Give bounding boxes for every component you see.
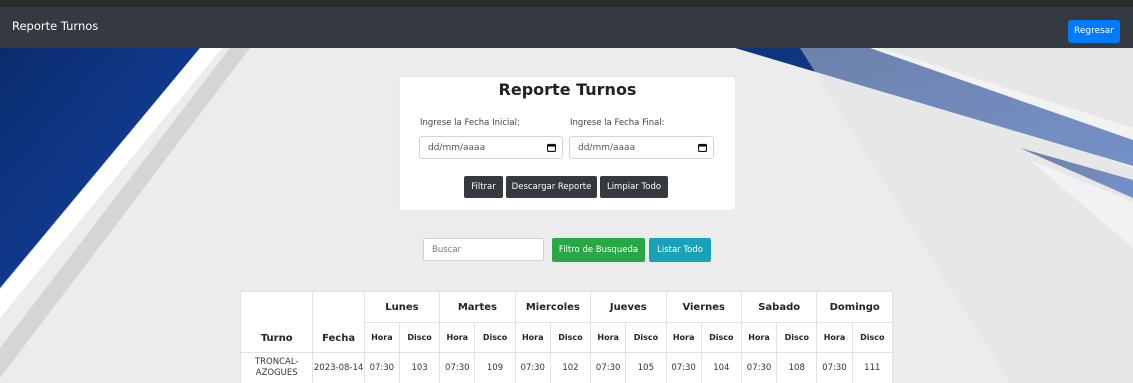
start-date-label: Ingrese la Fecha Inicial: bbox=[420, 118, 520, 128]
hora-header: Hora bbox=[363, 322, 400, 353]
day-header: Domingo bbox=[816, 291, 893, 323]
day-header: Sabado bbox=[740, 291, 818, 323]
hora-cell: 07:30 bbox=[665, 352, 702, 383]
page-title: Reporte Turnos bbox=[12, 19, 99, 33]
search-placeholder: Buscar bbox=[432, 245, 462, 255]
hora-header: Hora bbox=[439, 322, 476, 353]
disco-cell: 108 bbox=[776, 352, 818, 383]
hora-header: Hora bbox=[590, 322, 627, 353]
calendar-icon[interactable] bbox=[698, 143, 707, 152]
fecha-header: Fecha bbox=[312, 291, 365, 353]
disco-header: Disco bbox=[776, 322, 818, 353]
hora-cell: 07:30 bbox=[514, 352, 551, 383]
download-report-button[interactable]: Descargar Reporte bbox=[506, 176, 597, 198]
hora-cell: 07:30 bbox=[816, 352, 853, 383]
end-date-placeholder: dd/mm/aaaa bbox=[578, 143, 636, 153]
hora-cell: 07:30 bbox=[590, 352, 627, 383]
filter-button[interactable]: Filtrar bbox=[464, 176, 503, 198]
disco-cell: 111 bbox=[851, 352, 893, 383]
hora-cell: 07:30 bbox=[740, 352, 778, 383]
search-input[interactable]: Buscar bbox=[423, 238, 544, 261]
hora-header: Hora bbox=[740, 322, 778, 353]
day-header: Miercoles bbox=[514, 291, 592, 323]
end-date-label: Ingrese la Fecha Final: bbox=[570, 118, 665, 128]
disco-header: Disco bbox=[474, 322, 516, 353]
disco-cell: 103 bbox=[398, 352, 441, 383]
day-header: Jueves bbox=[590, 291, 667, 323]
disco-header: Disco bbox=[851, 322, 893, 353]
day-header: Viernes bbox=[665, 291, 742, 323]
disco-header: Disco bbox=[700, 322, 742, 353]
disco-header: Disco bbox=[625, 322, 667, 353]
turno-header: Turno bbox=[240, 291, 314, 353]
end-date-input[interactable]: dd/mm/aaaa bbox=[569, 136, 714, 159]
shifts-table: Turno Fecha Lunes Martes Miercoles Jueve… bbox=[240, 291, 893, 383]
day-header: Martes bbox=[439, 291, 516, 323]
back-button[interactable]: Regresar bbox=[1068, 20, 1120, 43]
hora-cell: 07:30 bbox=[363, 352, 400, 383]
start-date-input[interactable]: dd/mm/aaaa bbox=[419, 136, 563, 159]
disco-header: Disco bbox=[549, 322, 592, 353]
table-row: TRONCAL-AZOGUES 2023-08-14 07:30 103 07:… bbox=[240, 352, 893, 383]
disco-cell: 105 bbox=[625, 352, 667, 383]
disco-header: Disco bbox=[398, 322, 441, 353]
disco-cell: 102 bbox=[549, 352, 592, 383]
start-date-placeholder: dd/mm/aaaa bbox=[428, 143, 486, 153]
disco-cell: 104 bbox=[700, 352, 742, 383]
card-title: Reporte Turnos bbox=[498, 80, 637, 99]
disco-cell: 109 bbox=[474, 352, 516, 383]
day-header: Lunes bbox=[363, 291, 441, 323]
clear-all-button[interactable]: Limpiar Todo bbox=[600, 176, 668, 198]
hora-header: Hora bbox=[665, 322, 702, 353]
turno-cell: TRONCAL-AZOGUES bbox=[240, 352, 314, 383]
fecha-cell: 2023-08-14 bbox=[312, 352, 365, 383]
list-all-button[interactable]: Listar Todo bbox=[649, 238, 711, 262]
calendar-icon[interactable] bbox=[547, 143, 556, 152]
top-navbar bbox=[0, 7, 1133, 48]
hora-header: Hora bbox=[514, 322, 551, 353]
hora-cell: 07:30 bbox=[439, 352, 476, 383]
browser-tab-strip bbox=[0, 0, 1133, 7]
search-filter-button[interactable]: Filtro de Busqueda bbox=[552, 238, 645, 262]
hora-header: Hora bbox=[816, 322, 853, 353]
